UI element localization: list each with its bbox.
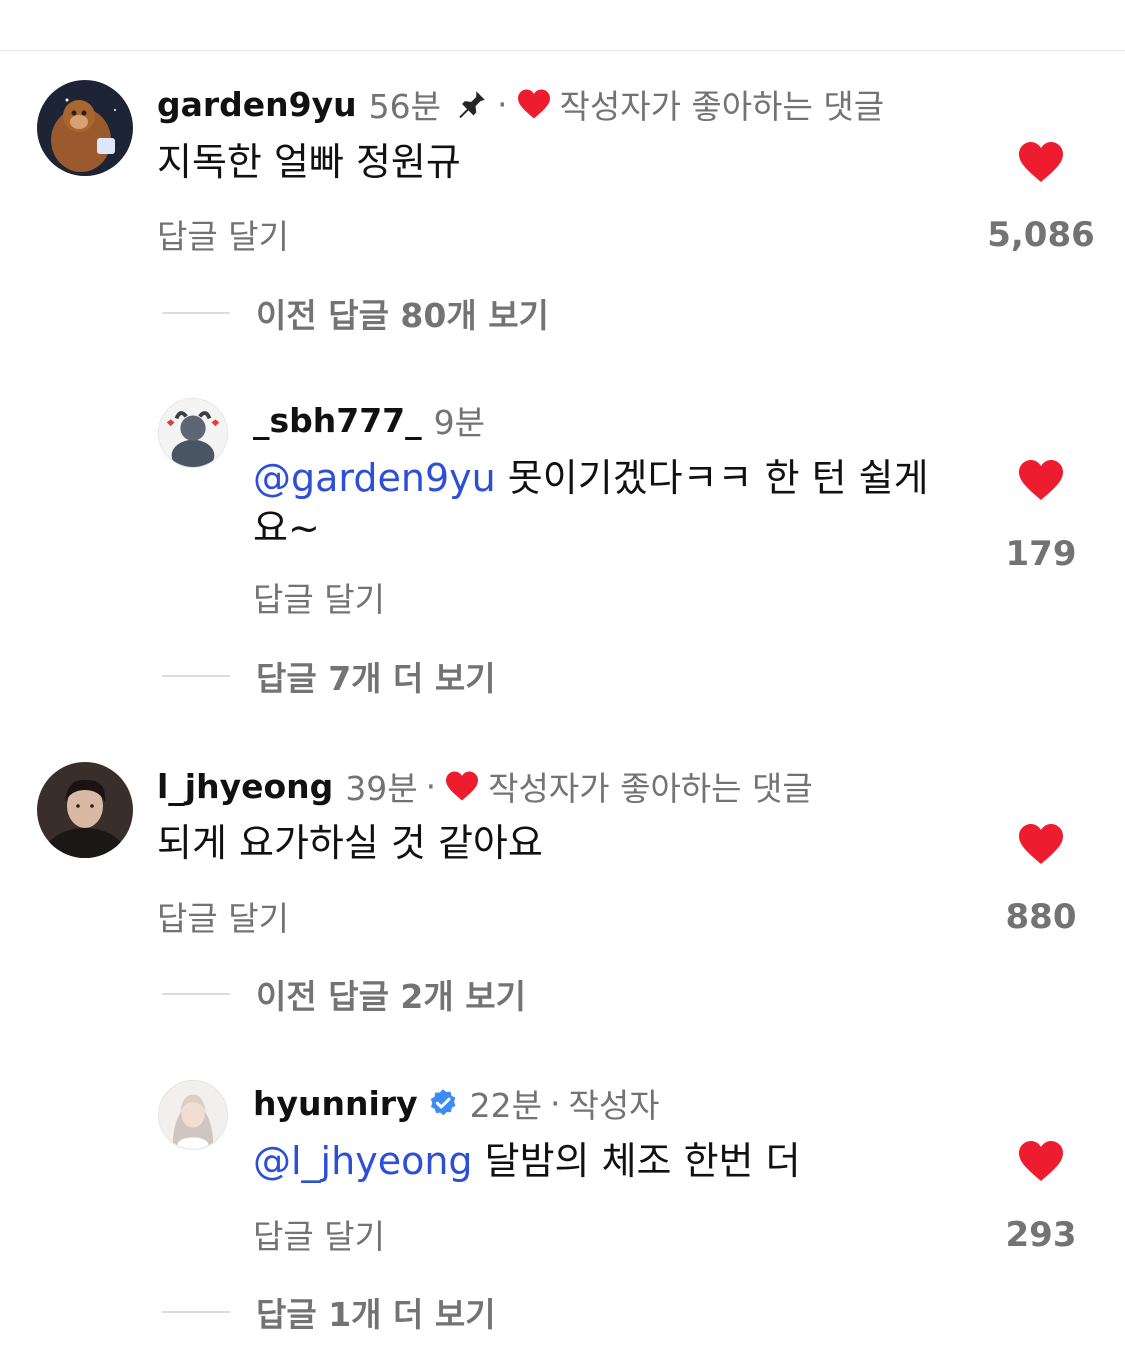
timestamp: 9분	[433, 403, 486, 442]
reply-text: @garden9yu 못이기겠다ㅋㅋ 한 턴 쉴게요~	[253, 453, 953, 553]
like-count: 880	[1005, 897, 1077, 937]
thread-line	[162, 993, 230, 995]
view-more-replies[interactable]: 답글 1개 더 보기	[162, 1292, 496, 1334]
avatar-hyunniry[interactable]	[158, 1080, 228, 1150]
mention-link[interactable]: @l_jhyeong	[253, 1139, 473, 1183]
separator-dot: ·	[549, 1083, 561, 1123]
thread-line	[162, 675, 230, 677]
view-more-replies-label: 답글 1개 더 보기	[256, 1295, 496, 1334]
verified-badge-icon	[428, 1088, 458, 1118]
avatar-_sbh777_[interactable]	[158, 398, 228, 468]
creator-liked-label: 작성자가 좋아하는 댓글	[559, 87, 885, 126]
timestamp: 39분	[345, 769, 418, 808]
separator-dot: ·	[497, 84, 508, 124]
like-count: 5,086	[987, 215, 1095, 255]
comment-header: l_jhyeong 39분 · 작성자가 좋아하는 댓글	[157, 764, 813, 809]
timestamp: 56분	[368, 87, 441, 126]
comment-text: 되게 요가하실 것 같아요	[157, 818, 957, 868]
reply-header: hyunniry 22분 · 작성자	[253, 1081, 660, 1126]
reply-text-content: 달밤의 체조 한번 더	[472, 1139, 801, 1183]
creator-liked-label: 작성자가 좋아하는 댓글	[488, 769, 813, 808]
view-more-replies[interactable]: 답글 7개 더 보기	[162, 656, 496, 698]
heart-icon	[516, 88, 552, 120]
reply-text: @l_jhyeong 달밤의 체조 한번 더	[253, 1136, 953, 1186]
reply-button[interactable]: 답글 달기	[253, 1210, 385, 1258]
separator-dot: ·	[425, 766, 437, 806]
mention-link[interactable]: @garden9yu	[253, 456, 496, 500]
top-divider	[0, 50, 1125, 51]
like-heart-icon[interactable]	[1017, 822, 1065, 866]
comment-text: 지독한 얼빠 정원규	[157, 137, 957, 187]
comment-text-content: 되게 요가하실 것 같아요	[157, 821, 543, 865]
view-previous-replies[interactable]: 이전 답글 80개 보기	[162, 293, 549, 335]
view-previous-replies-label: 이전 답글 2개 보기	[256, 977, 526, 1016]
reply-button[interactable]: 답글 달기	[157, 892, 289, 940]
avatar-garden9yu[interactable]	[37, 80, 133, 176]
like-heart-icon[interactable]	[1017, 1139, 1065, 1183]
username[interactable]: _sbh777_	[253, 401, 422, 440]
comment-text-content: 지독한 얼빠 정원규	[157, 140, 461, 184]
username[interactable]: l_jhyeong	[157, 767, 333, 806]
thread-line	[162, 1311, 230, 1313]
like-heart-icon[interactable]	[1017, 458, 1065, 502]
pin-icon	[455, 87, 489, 121]
reply-header: _sbh777_ 9분	[253, 398, 486, 443]
like-heart-icon[interactable]	[1017, 140, 1065, 184]
username[interactable]: garden9yu	[157, 85, 357, 124]
reply-button[interactable]: 답글 달기	[253, 573, 385, 621]
comment-header: garden9yu 56분 · 작성자가 좋아하는 댓글	[157, 82, 885, 127]
like-count: 179	[1005, 534, 1077, 574]
view-previous-replies-label: 이전 답글 80개 보기	[256, 296, 549, 335]
username[interactable]: hyunniry	[253, 1084, 418, 1123]
view-previous-replies[interactable]: 이전 답글 2개 보기	[162, 974, 526, 1016]
avatar-l_jhyeong[interactable]	[37, 762, 133, 858]
like-count: 293	[1005, 1215, 1077, 1255]
reply-button[interactable]: 답글 달기	[157, 210, 289, 258]
timestamp: 22분	[469, 1086, 542, 1125]
author-label: 작성자	[568, 1086, 660, 1125]
heart-icon	[444, 770, 480, 802]
view-more-replies-label: 답글 7개 더 보기	[256, 659, 496, 698]
thread-line	[162, 312, 230, 314]
